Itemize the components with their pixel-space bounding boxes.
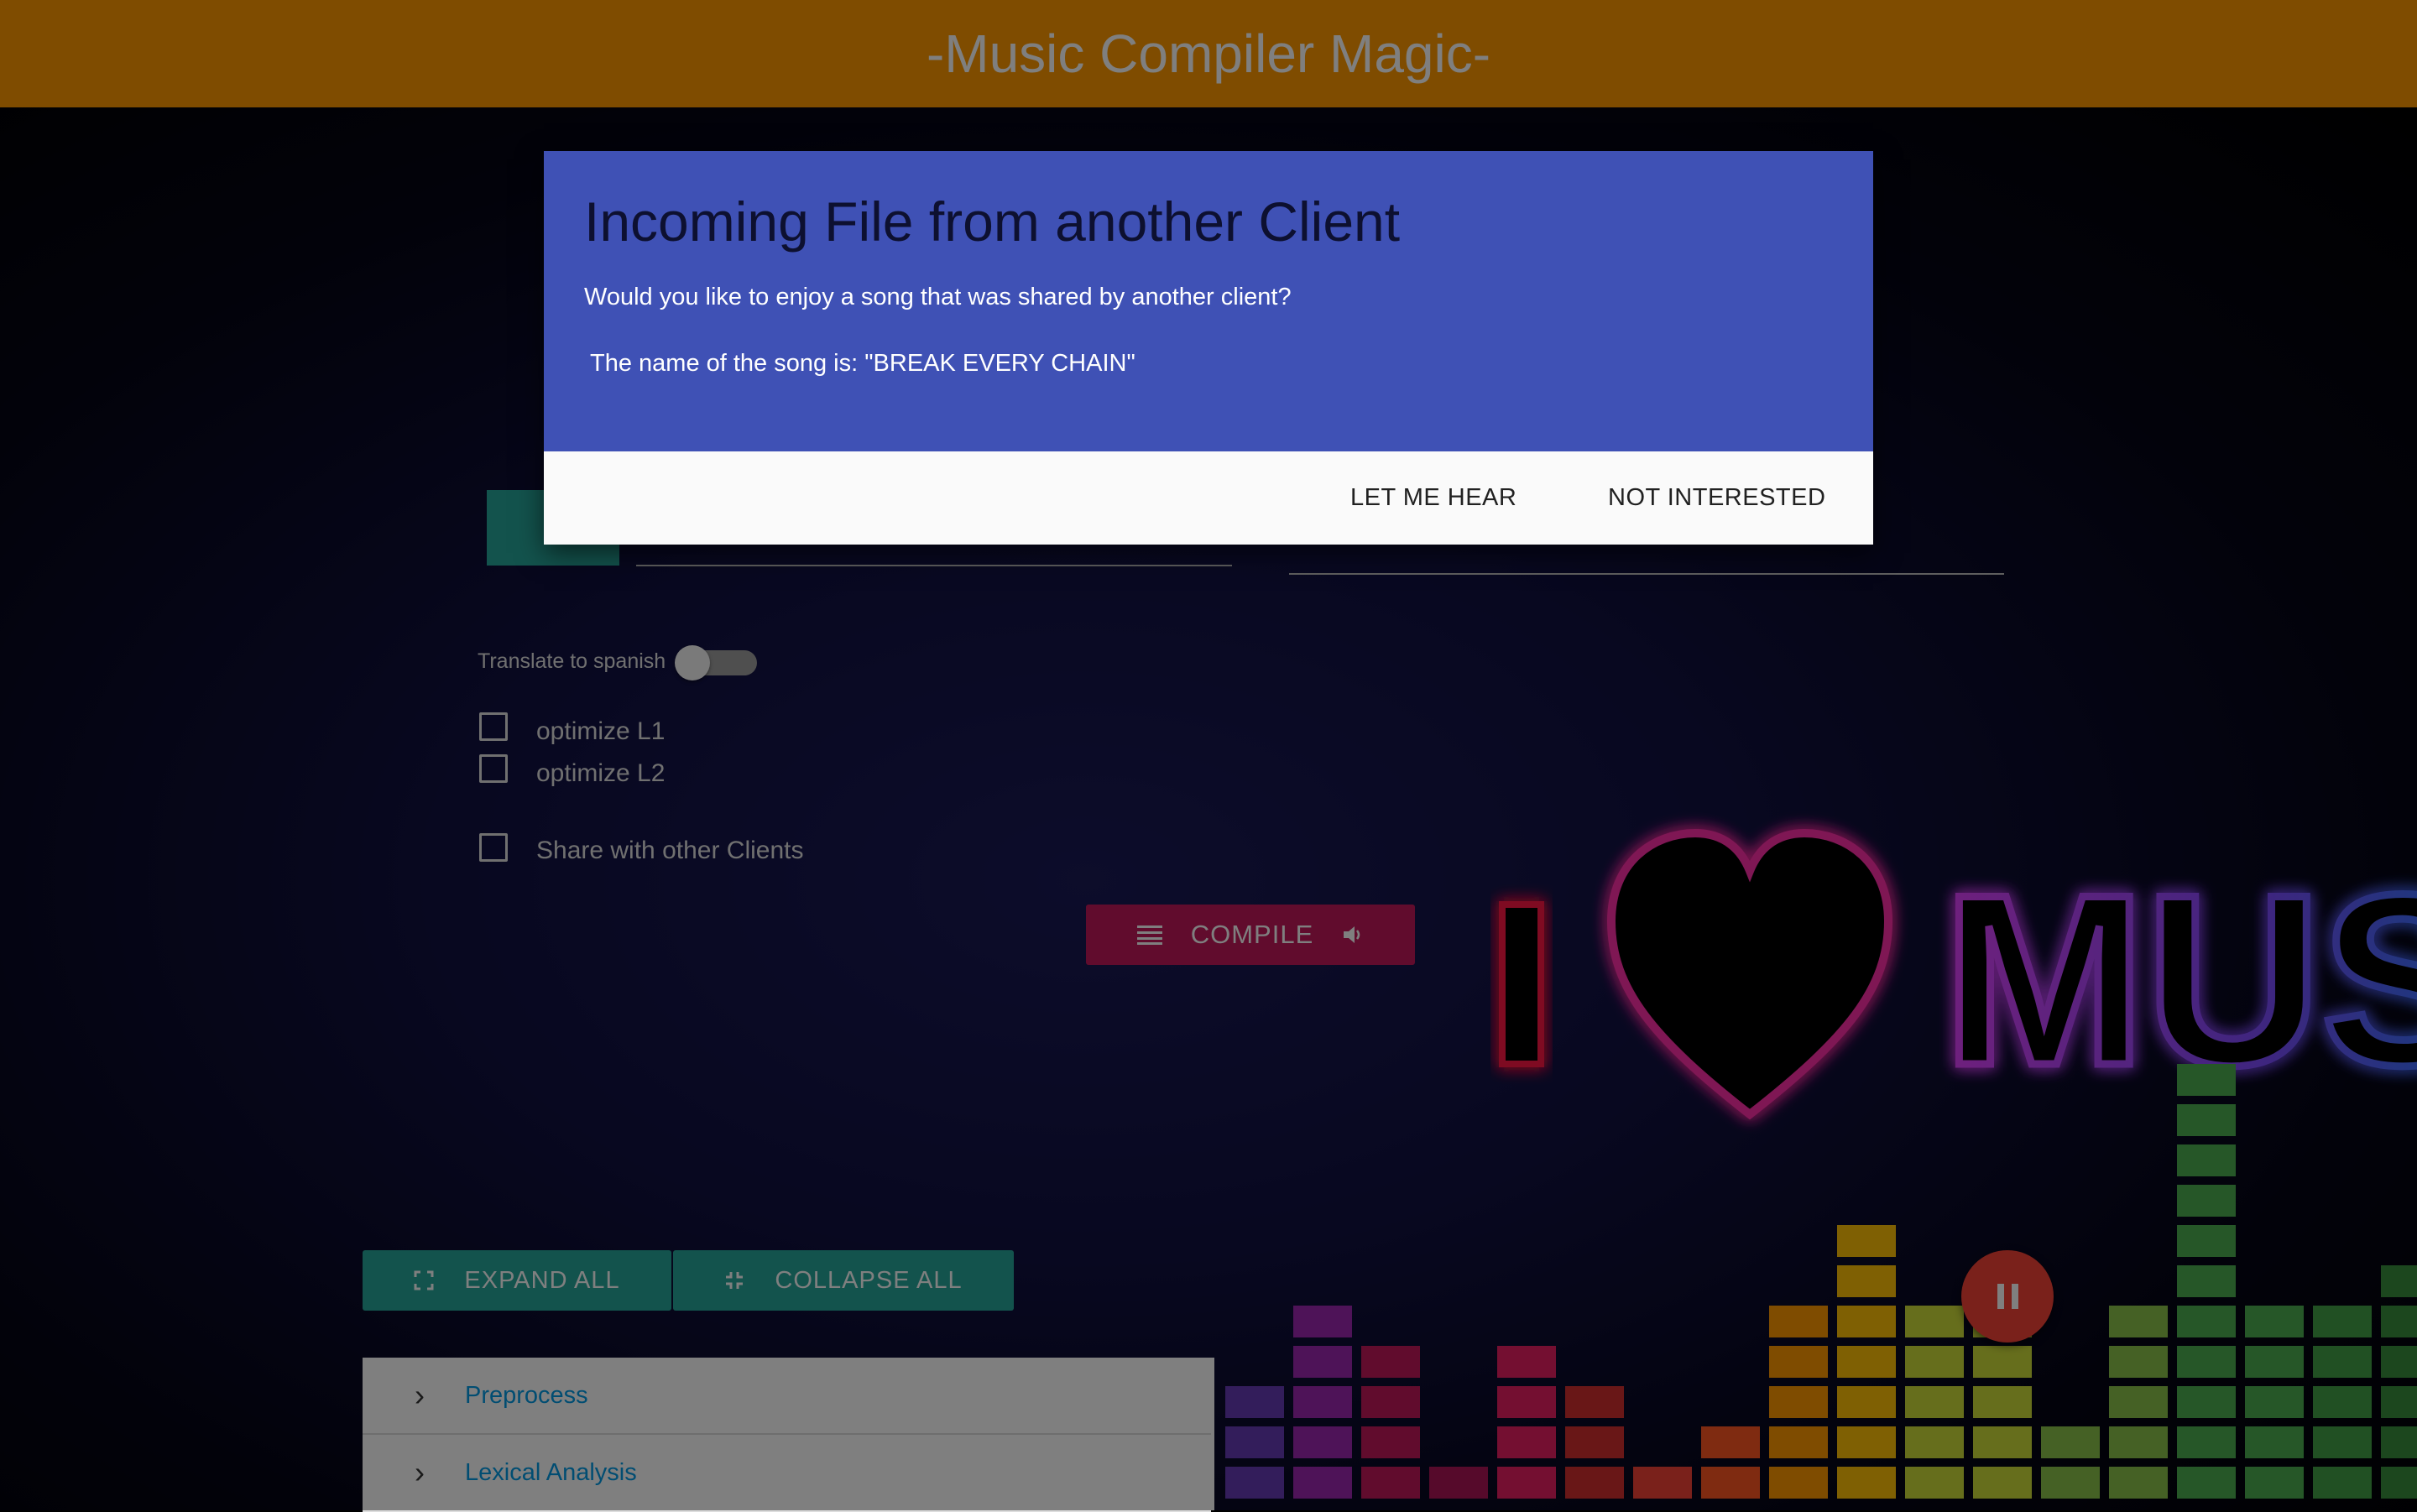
modal-song-name: The name of the song is: "BREAK EVERY CH…	[590, 350, 1135, 377]
let-me-hear-button[interactable]: LET ME HEAR	[1350, 451, 1516, 545]
incoming-file-modal: Incoming File from another Client Would …	[544, 151, 1873, 545]
not-interested-button[interactable]: NOT INTERESTED	[1608, 451, 1825, 545]
modal-footer: LET ME HEAR NOT INTERESTED	[544, 451, 1873, 545]
modal-title: Incoming File from another Client	[584, 190, 1401, 253]
modal-content: Incoming File from another Client Would …	[544, 151, 1873, 451]
modal-question: Would you like to enjoy a song that was …	[584, 284, 1292, 310]
